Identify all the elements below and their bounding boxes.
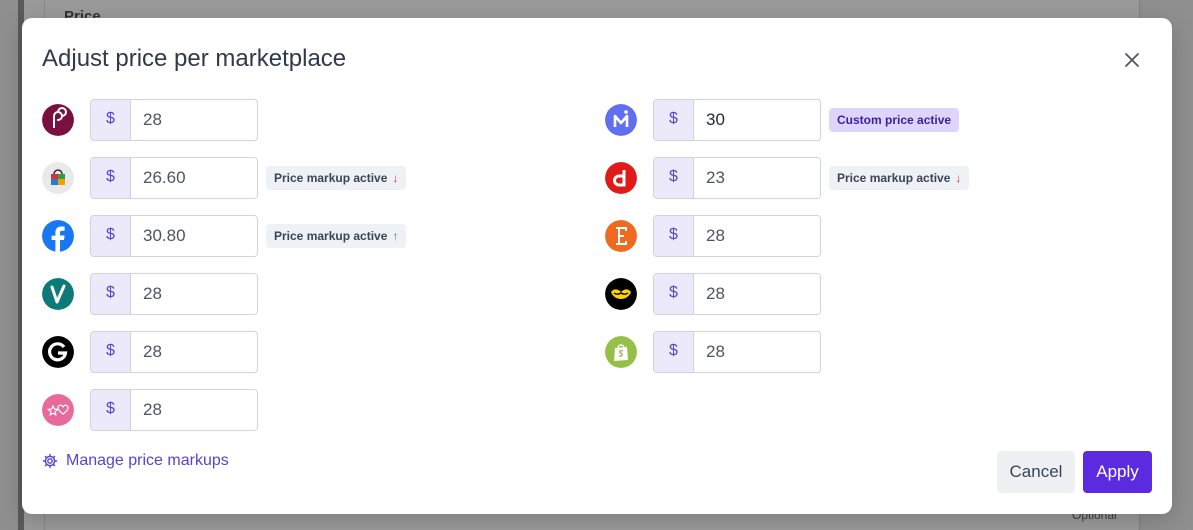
adjust-price-modal: Adjust price per marketplace $ 28 $ 26.6… (22, 18, 1172, 514)
grailed-icon (42, 336, 74, 368)
price-input[interactable] (694, 332, 820, 372)
marketplace-row: $ (42, 389, 406, 431)
currency-symbol: $ (91, 390, 131, 430)
marketplace-row: $ (605, 331, 969, 373)
price-input[interactable] (131, 390, 257, 430)
price-input[interactable] (131, 100, 257, 140)
currency-symbol: $ (91, 158, 131, 198)
manage-link-label: Manage price markups (66, 452, 229, 469)
price-input-group: $ (653, 331, 821, 373)
price-input[interactable] (131, 216, 257, 256)
price-input[interactable] (131, 332, 257, 372)
badge-label: Price markup active (274, 229, 388, 243)
price-input-group: $ (90, 215, 258, 257)
price-markup-badge: Price markup active ↓ (829, 166, 970, 190)
price-input[interactable] (131, 274, 257, 314)
price-input[interactable] (694, 216, 820, 256)
marketplace-column-left: $ $ Price markup active ↓ (42, 99, 407, 447)
price-input[interactable] (694, 274, 820, 314)
marketplace-row: $ (42, 273, 406, 315)
marketplace-row: $ Price markup active ↓ (605, 157, 970, 199)
close-button[interactable] (1122, 50, 1142, 70)
price-input-group: $ (653, 215, 821, 257)
marketplace-row: $ (42, 331, 406, 373)
arrow-down-icon: ↓ (955, 171, 962, 185)
marketplace-row: $ Custom price active (605, 99, 969, 141)
modal-title: Adjust price per marketplace (42, 45, 347, 72)
arrow-up-icon: ↑ (392, 229, 399, 243)
custom-price-badge: Custom price active (829, 108, 960, 132)
manage-price-markups-link[interactable]: Manage price markups (42, 452, 229, 470)
price-input-group: $ (653, 273, 821, 315)
star-heart-icon (42, 394, 74, 426)
price-input-group: $ (90, 99, 258, 141)
price-input[interactable] (694, 158, 820, 198)
shopify-icon (605, 336, 637, 368)
currency-symbol: $ (654, 332, 694, 372)
badge-label: Price markup active (837, 171, 951, 185)
price-input-group: $ (90, 273, 258, 315)
price-input-group: $ (90, 331, 258, 373)
price-input-group: $ (90, 157, 258, 199)
badge-label: Custom price active (837, 113, 952, 127)
currency-symbol: $ (91, 332, 131, 372)
currency-symbol: $ (91, 274, 131, 314)
price-input[interactable] (694, 100, 820, 140)
price-input[interactable] (131, 158, 257, 198)
vinted-icon (42, 278, 74, 310)
poshmark-icon (42, 104, 74, 136)
price-input-group: $ (90, 389, 258, 431)
shopping-bag-icon (42, 162, 74, 194)
marketplace-row: $ (42, 99, 406, 141)
currency-symbol: $ (654, 100, 694, 140)
badge-label: Price markup active (274, 171, 388, 185)
price-markup-badge: Price markup active ↓ (266, 166, 407, 190)
gear-icon (42, 453, 58, 469)
marketplace-row: $ Price markup active ↑ (42, 215, 407, 257)
arrow-down-icon: ↓ (392, 171, 399, 185)
facebook-icon (42, 220, 74, 252)
cancel-button[interactable]: Cancel (997, 451, 1075, 493)
currency-symbol: $ (654, 274, 694, 314)
marketplace-row: $ (605, 215, 969, 257)
currency-symbol: $ (91, 100, 131, 140)
price-input-group: $ (653, 99, 821, 141)
apply-button[interactable]: Apply (1083, 451, 1152, 493)
currency-symbol: $ (654, 158, 694, 198)
currency-symbol: $ (91, 216, 131, 256)
marketplace-column-right: $ Custom price active $ Price markup act… (605, 99, 970, 389)
etsy-icon (605, 220, 637, 252)
marketplace-row: $ (605, 273, 969, 315)
currency-symbol: $ (654, 216, 694, 256)
price-input-group: $ (653, 157, 821, 199)
marketplace-row: $ Price markup active ↓ (42, 157, 407, 199)
price-markup-badge: Price markup active ↑ (266, 224, 407, 248)
close-icon (1125, 53, 1139, 67)
mercari-icon (605, 104, 637, 136)
depop-icon (605, 162, 637, 194)
heart-lips-icon (605, 278, 637, 310)
